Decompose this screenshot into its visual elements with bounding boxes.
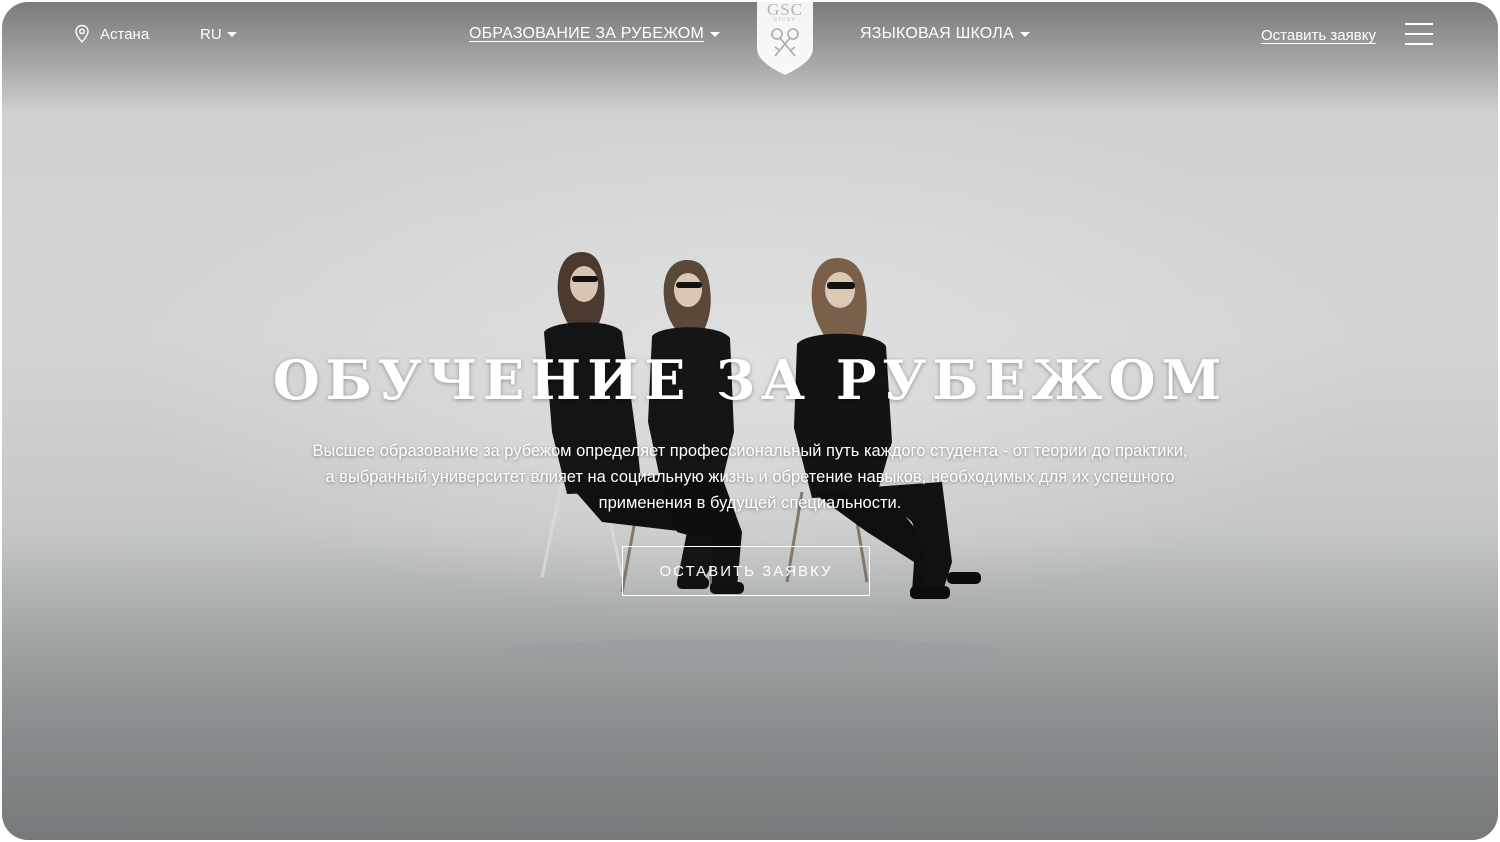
city-selector[interactable]: Астана — [74, 24, 149, 44]
nav-study-abroad-label: ОБРАЗОВАНИЕ ЗА РУБЕЖОМ — [469, 25, 704, 42]
city-label: Астана — [100, 25, 150, 43]
map-pin-icon — [74, 24, 90, 44]
hero-description-line: а выбранный университет влияет на социал… — [325, 468, 1175, 486]
nav-language-school-label: ЯЗЫКОВАЯ ШКОЛА — [860, 25, 1014, 42]
caret-down-icon — [1019, 31, 1030, 37]
hero-description-line: применения в будущей специальности. — [598, 494, 902, 512]
caret-down-icon — [710, 31, 720, 37]
menu-bar — [1405, 23, 1433, 25]
hero-title: ОБУЧЕНИЕ ЗА РУБЕЖОМ — [272, 348, 1228, 412]
hero-description-line: Высшее образование за рубежом определяет… — [312, 442, 1188, 460]
language-selector[interactable]: RU — [200, 26, 237, 43]
nav-study-abroad[interactable]: ОБРАЗОВАНИЕ ЗА РУБЕЖОМ — [469, 25, 720, 43]
caret-down-icon — [226, 32, 237, 37]
hamburger-menu-icon[interactable] — [1405, 23, 1433, 47]
nav-language-school[interactable]: ЯЗЫКОВАЯ ШКОЛА — [860, 25, 1030, 43]
leave-request-link[interactable]: Оставить заявку — [1261, 27, 1376, 44]
logo-text: GSC STUDY — [766, 2, 804, 23]
site-logo[interactable]: GSC STUDY — [755, 2, 815, 76]
site-header: Астана RU ОБРАЗОВАНИЕ ЗА РУБЕЖОМ GSC STU… — [2, 2, 1498, 82]
menu-bar — [1405, 43, 1433, 45]
language-label: RU — [200, 26, 222, 43]
page-frame: Астана RU ОБРАЗОВАНИЕ ЗА РУБЕЖОМ GSC STU… — [2, 2, 1498, 840]
hero-description: Высшее образование за рубежом определяет… — [250, 438, 1250, 516]
leave-request-button[interactable]: ОСТАВИТЬ ЗАЯВКУ — [622, 546, 870, 596]
menu-bar — [1405, 33, 1433, 35]
